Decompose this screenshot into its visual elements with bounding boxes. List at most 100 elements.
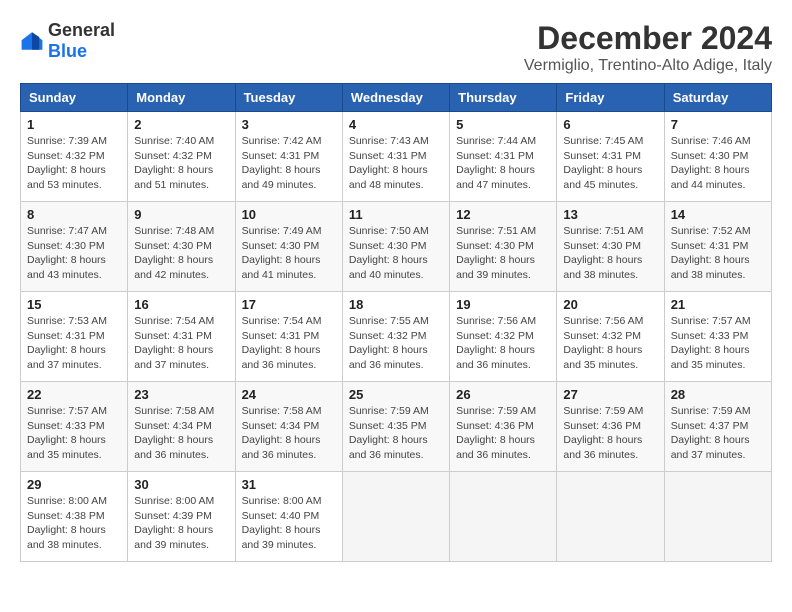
calendar-week-row: 1 Sunrise: 7:39 AMSunset: 4:32 PMDaylight… [21,112,772,202]
day-number: 25 [349,387,443,402]
calendar-week-row: 8Sunrise: 7:47 AMSunset: 4:30 PMDaylight… [21,202,772,292]
day-info: Sunrise: 7:50 AMSunset: 4:30 PMDaylight:… [349,224,443,283]
day-info: Sunrise: 7:55 AMSunset: 4:32 PMDaylight:… [349,314,443,373]
table-row: 26 Sunrise: 7:59 AMSunset: 4:36 PMDayligh… [450,382,557,472]
day-number: 29 [27,477,121,492]
col-saturday: Saturday [664,84,771,112]
day-info: Sunrise: 7:39 AMSunset: 4:32 PMDaylight:… [27,134,121,193]
day-info: Sunrise: 8:00 AMSunset: 4:38 PMDaylight:… [27,494,121,553]
header: General Blue December 2024 Vermiglio, Tr… [20,20,772,75]
title-area: December 2024 Vermiglio, Trentino-Alto A… [524,20,772,75]
day-info: Sunrise: 7:43 AMSunset: 4:31 PMDaylight:… [349,134,443,193]
table-row [557,472,664,562]
day-info: Sunrise: 7:48 AMSunset: 4:30 PMDaylight:… [134,224,228,283]
logo-icon [20,29,44,53]
day-info: Sunrise: 7:56 AMSunset: 4:32 PMDaylight:… [563,314,657,373]
col-tuesday: Tuesday [235,84,342,112]
table-row: 27 Sunrise: 7:59 AMSunset: 4:36 PMDayligh… [557,382,664,472]
day-number: 6 [563,117,657,132]
day-number: 16 [134,297,228,312]
table-row: 18Sunrise: 7:55 AMSunset: 4:32 PMDayligh… [342,292,449,382]
day-info: Sunrise: 7:57 AMSunset: 4:33 PMDaylight:… [27,404,121,463]
day-number: 26 [456,387,550,402]
table-row: 31Sunrise: 8:00 AMSunset: 4:40 PMDayligh… [235,472,342,562]
day-number: 22 [27,387,121,402]
table-row: 22 Sunrise: 7:57 AMSunset: 4:33 PMDayligh… [21,382,128,472]
table-row [664,472,771,562]
table-row: 23 Sunrise: 7:58 AMSunset: 4:34 PMDayligh… [128,382,235,472]
table-row: 8Sunrise: 7:47 AMSunset: 4:30 PMDaylight… [21,202,128,292]
day-info: Sunrise: 7:57 AMSunset: 4:33 PMDaylight:… [671,314,765,373]
day-info: Sunrise: 7:59 AMSunset: 4:36 PMDaylight:… [456,404,550,463]
table-row: 25 Sunrise: 7:59 AMSunset: 4:35 PMDayligh… [342,382,449,472]
day-number: 14 [671,207,765,222]
table-row [450,472,557,562]
day-info: Sunrise: 7:51 AMSunset: 4:30 PMDaylight:… [456,224,550,283]
table-row: 14 Sunrise: 7:52 AMSunset: 4:31 PMDayligh… [664,202,771,292]
table-row [342,472,449,562]
table-row: 5Sunrise: 7:44 AMSunset: 4:31 PMDaylight… [450,112,557,202]
table-row: 24Sunrise: 7:58 AMSunset: 4:34 PMDayligh… [235,382,342,472]
table-row: 15 Sunrise: 7:53 AMSunset: 4:31 PMDayligh… [21,292,128,382]
logo-general: General [48,20,115,40]
day-number: 27 [563,387,657,402]
day-info: Sunrise: 7:49 AMSunset: 4:30 PMDaylight:… [242,224,336,283]
calendar-week-row: 22 Sunrise: 7:57 AMSunset: 4:33 PMDayligh… [21,382,772,472]
day-info: Sunrise: 7:46 AMSunset: 4:30 PMDaylight:… [671,134,765,193]
day-info: Sunrise: 8:00 AMSunset: 4:40 PMDaylight:… [242,494,336,553]
col-sunday: Sunday [21,84,128,112]
day-number: 19 [456,297,550,312]
logo-blue: Blue [48,41,87,61]
day-info: Sunrise: 7:53 AMSunset: 4:31 PMDaylight:… [27,314,121,373]
day-number: 21 [671,297,765,312]
table-row: 6Sunrise: 7:45 AMSunset: 4:31 PMDaylight… [557,112,664,202]
day-info: Sunrise: 7:59 AMSunset: 4:35 PMDaylight:… [349,404,443,463]
day-number: 30 [134,477,228,492]
day-info: Sunrise: 8:00 AMSunset: 4:39 PMDaylight:… [134,494,228,553]
day-number: 23 [134,387,228,402]
col-monday: Monday [128,84,235,112]
table-row: 3Sunrise: 7:42 AMSunset: 4:31 PMDaylight… [235,112,342,202]
day-info: Sunrise: 7:58 AMSunset: 4:34 PMDaylight:… [134,404,228,463]
day-info: Sunrise: 7:56 AMSunset: 4:32 PMDaylight:… [456,314,550,373]
table-row: 30 Sunrise: 8:00 AMSunset: 4:39 PMDayligh… [128,472,235,562]
day-number: 8 [27,207,121,222]
day-number: 4 [349,117,443,132]
day-info: Sunrise: 7:52 AMSunset: 4:31 PMDaylight:… [671,224,765,283]
table-row: 11 Sunrise: 7:50 AMSunset: 4:30 PMDayligh… [342,202,449,292]
day-info: Sunrise: 7:54 AMSunset: 4:31 PMDaylight:… [134,314,228,373]
day-number: 15 [27,297,121,312]
main-title: December 2024 [524,20,772,57]
calendar-week-row: 15 Sunrise: 7:53 AMSunset: 4:31 PMDayligh… [21,292,772,382]
table-row: 10 Sunrise: 7:49 AMSunset: 4:30 PMDayligh… [235,202,342,292]
subtitle: Vermiglio, Trentino-Alto Adige, Italy [524,57,772,75]
day-number: 10 [242,207,336,222]
day-number: 3 [242,117,336,132]
table-row: 19 Sunrise: 7:56 AMSunset: 4:32 PMDayligh… [450,292,557,382]
day-number: 5 [456,117,550,132]
day-number: 11 [349,207,443,222]
table-row: 13Sunrise: 7:51 AMSunset: 4:30 PMDayligh… [557,202,664,292]
day-info: Sunrise: 7:59 AMSunset: 4:36 PMDaylight:… [563,404,657,463]
day-number: 20 [563,297,657,312]
table-row: 1 Sunrise: 7:39 AMSunset: 4:32 PMDaylight… [21,112,128,202]
day-info: Sunrise: 7:51 AMSunset: 4:30 PMDaylight:… [563,224,657,283]
table-row: 21 Sunrise: 7:57 AMSunset: 4:33 PMDayligh… [664,292,771,382]
col-wednesday: Wednesday [342,84,449,112]
table-row: 2Sunrise: 7:40 AMSunset: 4:32 PMDaylight… [128,112,235,202]
day-number: 12 [456,207,550,222]
day-number: 1 [27,117,121,132]
calendar-week-row: 29 Sunrise: 8:00 AMSunset: 4:38 PMDayligh… [21,472,772,562]
day-number: 9 [134,207,228,222]
day-info: Sunrise: 7:54 AMSunset: 4:31 PMDaylight:… [242,314,336,373]
calendar-header-row: Sunday Monday Tuesday Wednesday Thursday… [21,84,772,112]
logo: General Blue [20,20,115,62]
table-row: 16 Sunrise: 7:54 AMSunset: 4:31 PMDayligh… [128,292,235,382]
col-friday: Friday [557,84,664,112]
table-row: 12 Sunrise: 7:51 AMSunset: 4:30 PMDayligh… [450,202,557,292]
table-row: 17Sunrise: 7:54 AMSunset: 4:31 PMDayligh… [235,292,342,382]
table-row: 7Sunrise: 7:46 AMSunset: 4:30 PMDaylight… [664,112,771,202]
day-number: 24 [242,387,336,402]
table-row: 28Sunrise: 7:59 AMSunset: 4:37 PMDayligh… [664,382,771,472]
col-thursday: Thursday [450,84,557,112]
